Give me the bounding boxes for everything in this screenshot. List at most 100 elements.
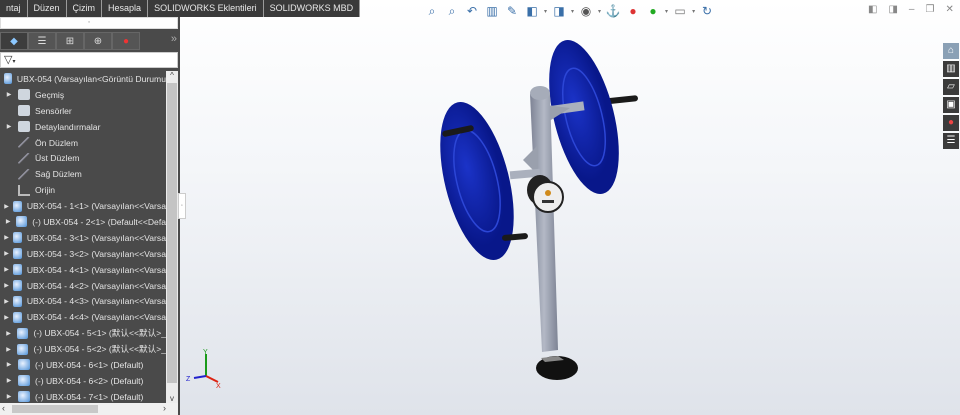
tree-horizontal-scrollbar[interactable]: ‹ › xyxy=(0,403,178,415)
3d-model-outdoor-fitness-equipment[interactable] xyxy=(180,0,960,415)
view-orientation-dropdown-icon[interactable]: ▾ xyxy=(544,8,547,15)
view-settings-icon[interactable]: ● xyxy=(645,3,661,19)
tree-item[interactable]: ▶ (-) UBX-054 - 5<2> (默认<<默认>_ xyxy=(0,341,166,357)
view-palette-icon[interactable]: ▣ xyxy=(943,97,959,113)
tree-item[interactable]: ▶ (-) UBX-054 - 5<1> (默认<<默认>_ xyxy=(0,325,166,341)
feature-manager-tab-icon[interactable]: ◆ xyxy=(0,32,28,50)
vertical-scroll-thumb[interactable] xyxy=(167,83,177,383)
tree-item[interactable]: ▶ Geçmiş xyxy=(0,87,166,103)
previous-view-icon[interactable]: ↶ xyxy=(464,3,480,19)
tree-item[interactable]: Üst Düzlem xyxy=(0,150,166,166)
apply-scene-icon[interactable]: ● xyxy=(625,3,641,19)
tree-item[interactable]: Orijin xyxy=(0,182,166,198)
part-icon xyxy=(13,248,22,260)
expand-arrow-icon[interactable]: ▶ xyxy=(0,218,16,225)
display-style-icon[interactable]: ◨ xyxy=(551,3,567,19)
expand-arrow-icon[interactable]: ▶ xyxy=(0,282,13,289)
tree-item[interactable]: Ön Düzlem xyxy=(0,135,166,151)
tab-solidworks-eklentileri[interactable]: SOLIDWORKS Eklentileri xyxy=(148,0,264,17)
part-icon xyxy=(13,200,22,212)
panel-grip[interactable]: ◦ xyxy=(0,17,178,29)
tree-item-label: (-) UBX-054 - 2<1> (Default<<Defa xyxy=(32,216,166,227)
tab-montaj[interactable]: ntaj xyxy=(0,0,28,17)
restore-icon[interactable]: ❐ xyxy=(925,4,934,15)
horizontal-scroll-thumb[interactable] xyxy=(12,405,98,413)
tree-item[interactable]: ▶ (-) UBX-054 - 2<1> (Default<<Defa xyxy=(0,214,166,230)
scroll-right-icon[interactable]: › xyxy=(163,403,166,413)
expand-arrow-icon[interactable]: ▶ xyxy=(0,298,13,305)
tree-item[interactable]: ▶ UBX-054 - 4<1> (Varsayılan<<Varsa xyxy=(0,262,166,278)
zoom-to-area-icon[interactable]: ⌕ xyxy=(444,3,460,19)
zoom-to-fit-icon[interactable]: ⌕ xyxy=(424,3,440,19)
property-manager-tab-icon[interactable]: ☰ xyxy=(28,32,56,50)
panel-collapse-handle[interactable]: ◦ xyxy=(178,193,186,219)
expand-arrow-icon[interactable]: ▶ xyxy=(0,361,18,368)
expand-arrow-icon[interactable]: ▶ xyxy=(0,123,18,130)
expand-arrow-icon[interactable]: ▶ xyxy=(0,314,13,321)
expand-arrow-icon[interactable]: ▶ xyxy=(0,203,13,210)
view-orientation-icon[interactable]: ◧ xyxy=(524,3,540,19)
tree-item[interactable]: ▶ UBX-054 - 4<2> (Varsayılan<<Varsa xyxy=(0,278,166,294)
triad-x-axis xyxy=(205,375,219,383)
tree-item[interactable]: ▶ UBX-054 - 1<1> (Varsayılan<<Varsa xyxy=(0,198,166,214)
tree-item[interactable]: ▶ Detaylandırmalar xyxy=(0,119,166,135)
scroll-left-icon[interactable]: ‹ xyxy=(2,403,5,413)
appearances-icon[interactable]: ● xyxy=(943,115,959,131)
rebuild-icon[interactable]: ↻ xyxy=(699,3,715,19)
configuration-manager-tab-icon[interactable]: ⊞ xyxy=(56,32,84,50)
file-explorer-icon[interactable]: ▱ xyxy=(943,79,959,95)
left-disc xyxy=(440,102,514,260)
scroll-up-icon[interactable]: ^ xyxy=(166,71,178,80)
part-icon xyxy=(18,391,30,403)
solidworks-resources-icon[interactable]: ⌂ xyxy=(943,43,959,59)
tab-hesapla[interactable]: Hesapla xyxy=(102,0,149,17)
tree-item[interactable]: ▶ (-) UBX-054 - 7<1> (Default) xyxy=(0,389,166,403)
hide-show-items-icon[interactable]: ◉ xyxy=(578,3,594,19)
filter-dropdown-icon[interactable]: ▾ xyxy=(12,59,15,65)
tile-right-icon[interactable]: ◨ xyxy=(888,4,897,15)
expand-arrow-icon[interactable]: ▶ xyxy=(0,393,18,400)
expand-arrow-icon[interactable]: ▶ xyxy=(0,234,13,241)
dimxpert-manager-tab-icon[interactable]: ⊕ xyxy=(84,32,112,50)
tile-left-icon[interactable]: ◧ xyxy=(868,4,877,15)
tab-duzen[interactable]: Düzen xyxy=(27,0,67,17)
tree-vertical-scrollbar[interactable]: ^ v xyxy=(166,71,178,403)
expand-arrow-icon[interactable]: ▶ xyxy=(0,91,18,98)
monitor-dropdown-icon[interactable]: ▾ xyxy=(692,8,695,15)
tree-root[interactable]: UBX-054 (Varsayılan<Görüntü Durumu xyxy=(0,71,166,87)
display-style-dropdown-icon[interactable]: ▾ xyxy=(571,8,574,15)
tree-item[interactable]: ▶ UBX-054 - 3<1> (Varsayılan<<Varsa xyxy=(0,230,166,246)
tab-cizim[interactable]: Çizim xyxy=(66,0,103,17)
edit-appearance-icon[interactable]: ⚓ xyxy=(605,3,621,19)
custom-properties-icon[interactable]: ☰ xyxy=(943,133,959,149)
expand-arrow-icon[interactable]: ▶ xyxy=(0,346,17,353)
tree-item[interactable]: ▶ (-) UBX-054 - 6<1> (Default) xyxy=(0,357,166,373)
section-view-icon[interactable]: ▥ xyxy=(484,3,500,19)
tree-item[interactable]: ▶ UBX-054 - 4<4> (Varsayılan<<Varsa xyxy=(0,309,166,325)
tree-item-label: (-) UBX-054 - 5<2> (默认<<默认>_ xyxy=(33,344,166,355)
hide-show-dropdown-icon[interactable]: ▾ xyxy=(598,8,601,15)
tree-item[interactable]: ▶ (-) UBX-054 - 6<2> (Default) xyxy=(0,373,166,389)
minimize-icon[interactable]: – xyxy=(909,4,915,15)
design-library-icon[interactable]: ▥ xyxy=(943,61,959,77)
tree-item[interactable]: Sağ Düzlem xyxy=(0,166,166,182)
expand-arrow-icon[interactable]: ▶ xyxy=(0,377,18,384)
expand-arrow-icon[interactable]: ▶ xyxy=(0,250,13,257)
scroll-down-icon[interactable]: v xyxy=(166,394,178,403)
origin-icon xyxy=(18,184,30,196)
display-manager-tab-icon[interactable]: ● xyxy=(112,32,140,50)
expand-arrow-icon[interactable]: ▶ xyxy=(0,330,17,337)
monitor-icon[interactable]: ▭ xyxy=(672,3,688,19)
tree-item[interactable]: Sensörler xyxy=(0,103,166,119)
more-tabs-chevron-icon[interactable]: » xyxy=(171,33,177,45)
tree-item[interactable]: ▶ UBX-054 - 3<2> (Varsayılan<<Varsa xyxy=(0,246,166,262)
tree-item[interactable]: ▶ UBX-054 - 4<3> (Varsayılan<<Varsa xyxy=(0,293,166,309)
tab-solidworks-mbd[interactable]: SOLIDWORKS MBD xyxy=(263,0,361,17)
annotations-icon xyxy=(18,121,30,133)
dynamic-annotation-icon[interactable]: ✎ xyxy=(504,3,520,19)
graphics-viewport[interactable] xyxy=(180,0,960,415)
close-icon[interactable]: ✕ xyxy=(945,4,953,15)
expand-arrow-icon[interactable]: ▶ xyxy=(0,266,13,273)
view-settings-dropdown-icon[interactable]: ▾ xyxy=(665,8,668,15)
filter-icon[interactable]: ▽▾ xyxy=(0,52,178,68)
